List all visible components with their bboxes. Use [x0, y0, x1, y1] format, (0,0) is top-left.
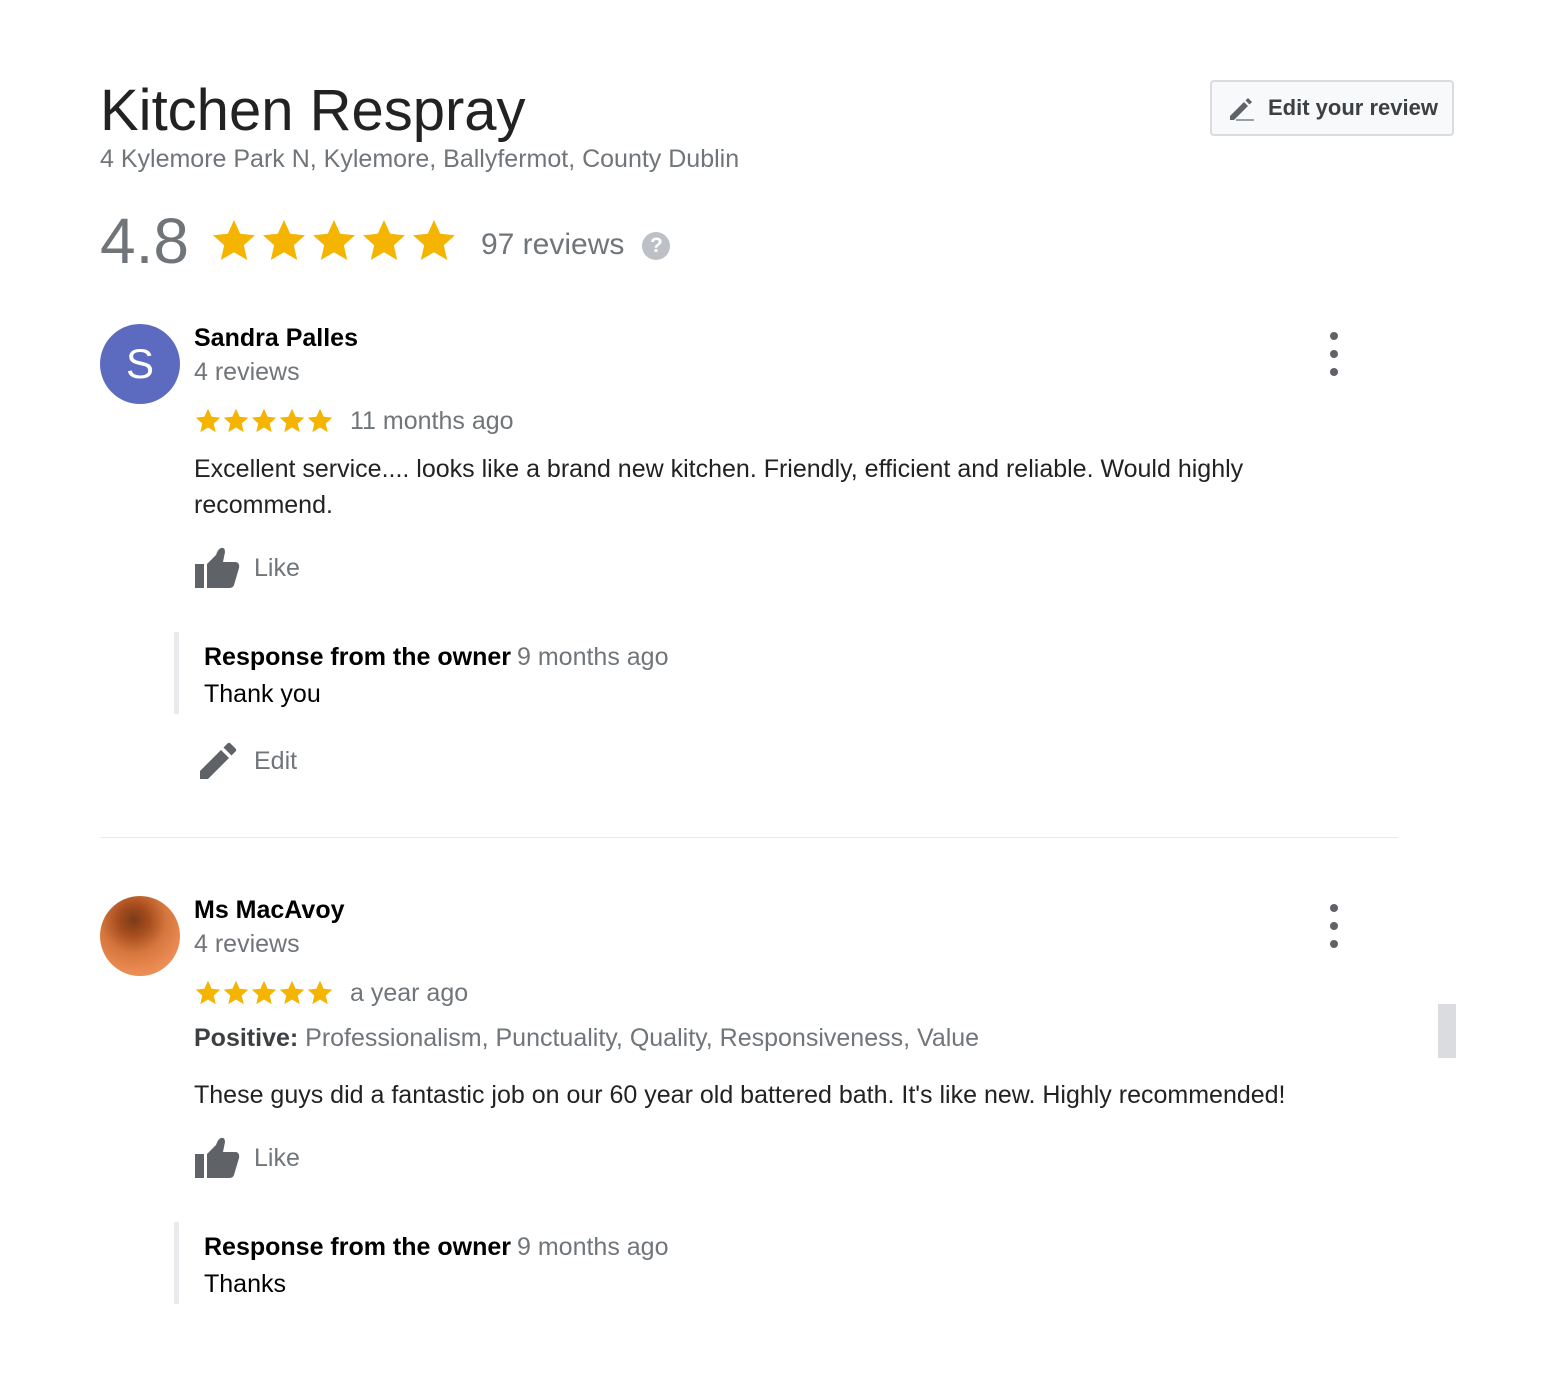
- scrollbar-thumb[interactable]: [1438, 1004, 1456, 1058]
- more-options-button[interactable]: [1319, 904, 1349, 948]
- dot-icon: [1330, 332, 1338, 340]
- response-text: Thank you: [204, 680, 321, 708]
- review-count-link[interactable]: 97 reviews: [481, 228, 624, 262]
- owner-response: Response from the owner 9 months ago Than…: [174, 1222, 1004, 1304]
- edit-label: Edit: [254, 746, 298, 775]
- dot-icon: [1330, 940, 1338, 948]
- thumbs-up-icon: [195, 1137, 240, 1178]
- star-icon: [251, 408, 277, 433]
- dot-icon: [1330, 904, 1338, 912]
- review-date: a year ago: [350, 978, 469, 1007]
- response-header: Response from the owner 9 months ago: [204, 1222, 1004, 1262]
- response-date: 9 months ago: [517, 643, 669, 671]
- review-divider: [100, 837, 1398, 838]
- star-icon: [362, 220, 405, 260]
- review-text: Excellent service.... looks like a brand…: [194, 455, 1244, 519]
- dot-icon: [1330, 922, 1338, 930]
- attributes-label: Positive:: [194, 1024, 299, 1052]
- help-icon[interactable]: ?: [642, 232, 671, 260]
- more-options-button[interactable]: [1319, 332, 1349, 376]
- rating-stars: [209, 217, 459, 265]
- star-icon: [312, 220, 355, 260]
- thumbs-up-icon: [195, 547, 240, 588]
- business-address: 4 Kylemore Park N, Kylemore, Ballyfermot…: [100, 145, 740, 173]
- review-text: These guys did a fantastic job on our 60…: [194, 1081, 1286, 1109]
- star-icon: [262, 220, 305, 260]
- like-label: Like: [254, 1143, 300, 1172]
- star-icon: [212, 220, 255, 260]
- owner-response: Response from the owner 9 months ago Than…: [174, 632, 1004, 714]
- like-button[interactable]: Like: [194, 546, 300, 590]
- review-date: 11 months ago: [350, 406, 514, 435]
- dot-icon: [1330, 350, 1338, 358]
- edit-your-review-button[interactable]: Edit your review: [1210, 80, 1454, 136]
- response-date: 9 months ago: [517, 1233, 669, 1261]
- rating-summary: 4.8 97 reviews ?: [100, 204, 671, 278]
- star-icon: [307, 408, 333, 433]
- star-icon: [279, 408, 305, 433]
- response-heading: Response from the owner: [204, 1233, 511, 1261]
- star-icon: [195, 408, 221, 433]
- reviewer-review-count[interactable]: 4 reviews: [194, 358, 300, 387]
- star-icon: [195, 980, 221, 1005]
- response-text: Thanks: [204, 1270, 286, 1298]
- star-icon: [307, 980, 333, 1005]
- star-icon: [279, 980, 305, 1005]
- pencil-icon: [1230, 98, 1254, 121]
- edit-your-review-label: Edit your review: [1268, 95, 1438, 120]
- star-icon: [223, 408, 249, 433]
- review-rating: a year ago: [194, 976, 468, 1010]
- edit-response-button[interactable]: Edit: [198, 739, 297, 783]
- pencil-icon: [200, 742, 237, 779]
- like-label: Like: [254, 553, 300, 582]
- avatar[interactable]: S: [100, 324, 180, 404]
- response-header: Response from the owner 9 months ago: [204, 632, 1004, 672]
- dot-icon: [1330, 368, 1338, 376]
- star-icon: [251, 980, 277, 1005]
- page-title: Kitchen Respray: [100, 78, 526, 143]
- attributes-list: Professionalism, Punctuality, Quality, R…: [305, 1024, 980, 1052]
- like-button[interactable]: Like: [194, 1136, 300, 1180]
- reviewer-name[interactable]: Ms MacAvoy: [194, 896, 345, 925]
- review-attributes: Positive: Professionalism, Punctuality, …: [194, 1024, 979, 1053]
- response-heading: Response from the owner: [204, 643, 511, 671]
- star-icon: [223, 980, 249, 1005]
- star-icon: [412, 220, 455, 260]
- rating-value: 4.8: [100, 205, 189, 277]
- reviewer-name[interactable]: Sandra Palles: [194, 324, 358, 353]
- reviewer-review-count[interactable]: 4 reviews: [194, 930, 300, 959]
- review-rating: 11 months ago: [194, 404, 514, 438]
- avatar[interactable]: [100, 896, 180, 976]
